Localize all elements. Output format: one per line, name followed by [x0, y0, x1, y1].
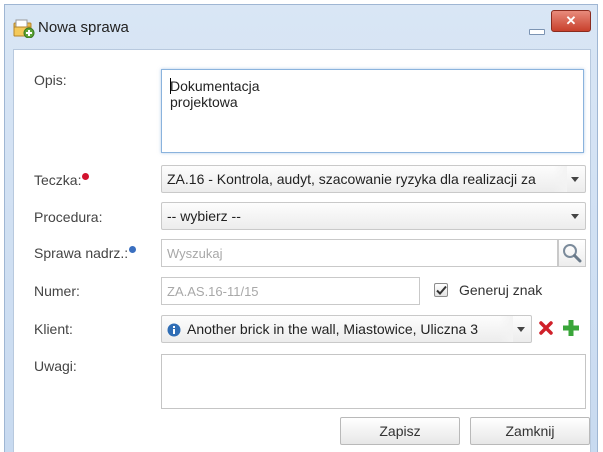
- uwagi-label: Uwagi:: [34, 358, 77, 374]
- procedura-label: Procedura:: [34, 209, 103, 225]
- text-fade: [499, 316, 513, 342]
- uwagi-textarea[interactable]: [161, 354, 586, 409]
- text-caret: [170, 78, 171, 94]
- numer-label: Numer:: [34, 283, 80, 299]
- text-fade: [553, 166, 567, 192]
- search-button[interactable]: [558, 239, 586, 267]
- procedura-select[interactable]: -- wybierz --: [161, 202, 586, 230]
- new-case-folder-icon: [13, 18, 35, 39]
- teczka-value: ZA.16 - Kontrola, audyt, szacowanie ryzy…: [167, 171, 536, 187]
- sprawa-nadrz-placeholder: Wyszukaj: [167, 246, 223, 261]
- opis-value: Dokumentacja projektowa: [170, 78, 260, 110]
- teczka-select[interactable]: ZA.16 - Kontrola, audyt, szacowanie ryzy…: [161, 165, 586, 193]
- numer-value: ZA.AS.16-11/15: [167, 284, 259, 299]
- form-panel: Opis: Dokumentacja projektowa Teczka: ZA…: [13, 49, 591, 452]
- chevron-down-icon: [571, 214, 579, 219]
- info-marker-icon: [129, 246, 137, 253]
- sprawa-nadrz-label: Sprawa nadrz.:: [34, 245, 137, 261]
- procedura-value: -- wybierz --: [167, 208, 241, 224]
- generuj-znak-label: Generuj znak: [459, 282, 543, 298]
- sprawa-nadrz-search-input[interactable]: Wyszukaj: [161, 239, 558, 267]
- close-window-button[interactable]: ✕: [551, 10, 591, 32]
- search-icon: [563, 244, 582, 263]
- teczka-label: Teczka:: [34, 172, 90, 188]
- chevron-down-icon: [517, 327, 525, 332]
- window-title: Nowa sprawa: [38, 19, 129, 36]
- remove-client-icon[interactable]: [538, 320, 554, 339]
- chevron-down-icon: [571, 177, 579, 182]
- title-bar: Nowa sprawa ✕: [5, 5, 597, 49]
- required-marker-icon: [82, 173, 90, 180]
- save-button[interactable]: Zapisz: [340, 417, 460, 445]
- generuj-znak-checkbox[interactable]: [434, 283, 448, 297]
- add-client-icon[interactable]: [562, 319, 580, 340]
- klient-label: Klient:: [34, 321, 73, 337]
- klient-value: Another brick in the wall, Miastowice, U…: [187, 321, 479, 337]
- close-icon: ✕: [565, 13, 577, 28]
- minimize-button[interactable]: [527, 24, 545, 35]
- teczka-label-text: Teczka:: [34, 172, 82, 188]
- opis-textarea[interactable]: Dokumentacja projektowa: [161, 69, 584, 153]
- numer-input[interactable]: ZA.AS.16-11/15: [161, 277, 420, 305]
- info-icon[interactable]: [167, 323, 181, 340]
- klient-select[interactable]: Another brick in the wall, Miastowice, U…: [161, 315, 532, 343]
- checkmark-icon: [436, 285, 447, 295]
- cancel-button[interactable]: Zamknij: [470, 417, 590, 445]
- sprawa-nadrz-label-text: Sprawa nadrz.:: [34, 245, 129, 261]
- dialog-window: Nowa sprawa ✕ Opis: Dokumentacja projekt…: [4, 4, 598, 452]
- opis-label: Opis:: [34, 72, 67, 88]
